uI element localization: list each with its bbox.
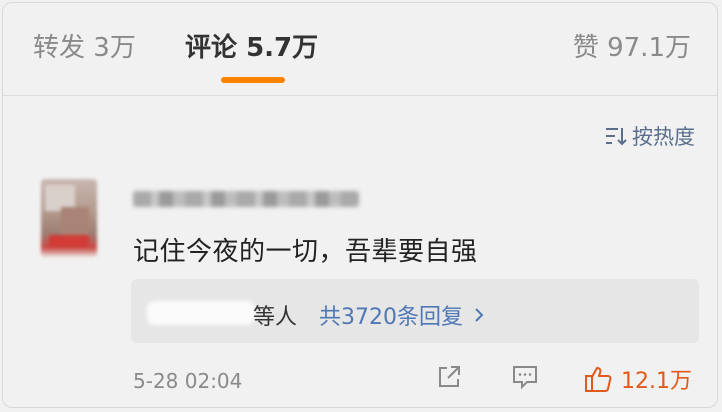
reply-names-suffix: 等人 xyxy=(253,305,298,330)
share-button[interactable] xyxy=(435,363,463,391)
tab-likes-count: 97.1万 xyxy=(607,33,691,63)
username-redacted[interactable] xyxy=(133,191,359,207)
tab-likes[interactable]: 赞 97.1万 xyxy=(573,31,691,65)
sort-label: 按热度 xyxy=(632,125,695,149)
tab-repost-label: 转发 xyxy=(33,33,86,63)
comment-icon xyxy=(513,366,537,390)
avatar[interactable] xyxy=(41,179,97,257)
reply-names-redacted xyxy=(147,301,255,325)
tab-comments-count: 5.7万 xyxy=(246,33,319,63)
like-button[interactable]: 12.1万 xyxy=(583,363,692,395)
chevron-right-icon xyxy=(475,308,484,322)
comment-panel: 转发 3万 评论 5.7万 赞 97.1万 按热度 记住今夜的一切，吾辈要自强 xyxy=(2,2,718,408)
like-count: 12.1万 xyxy=(621,369,692,394)
tab-comments[interactable]: 评论 5.7万 xyxy=(185,31,318,65)
share-icon xyxy=(439,366,460,387)
comment-text: 记住今夜的一切，吾辈要自强 xyxy=(133,237,478,267)
comment-timestamp: 5-28 02:04 xyxy=(133,369,243,393)
tab-comments-label: 评论 xyxy=(185,33,238,63)
tab-divider xyxy=(3,95,717,96)
view-replies-label: 共3720条回复 xyxy=(319,305,463,330)
tab-repost-count: 3万 xyxy=(93,33,136,63)
replies-box[interactable]: 等人 共3720条回复 xyxy=(131,279,699,343)
view-replies-link[interactable]: 共3720条回复 xyxy=(319,299,485,331)
sort-icon xyxy=(606,128,627,146)
reply-button[interactable] xyxy=(511,363,539,391)
tab-repost[interactable]: 转发 3万 xyxy=(33,31,136,65)
tab-bar: 转发 3万 评论 5.7万 赞 97.1万 xyxy=(3,3,717,95)
sort-button[interactable]: 按热度 xyxy=(604,121,695,151)
active-tab-indicator xyxy=(221,77,285,83)
thumbs-up-icon xyxy=(585,367,612,392)
tab-likes-label: 赞 xyxy=(572,33,599,63)
